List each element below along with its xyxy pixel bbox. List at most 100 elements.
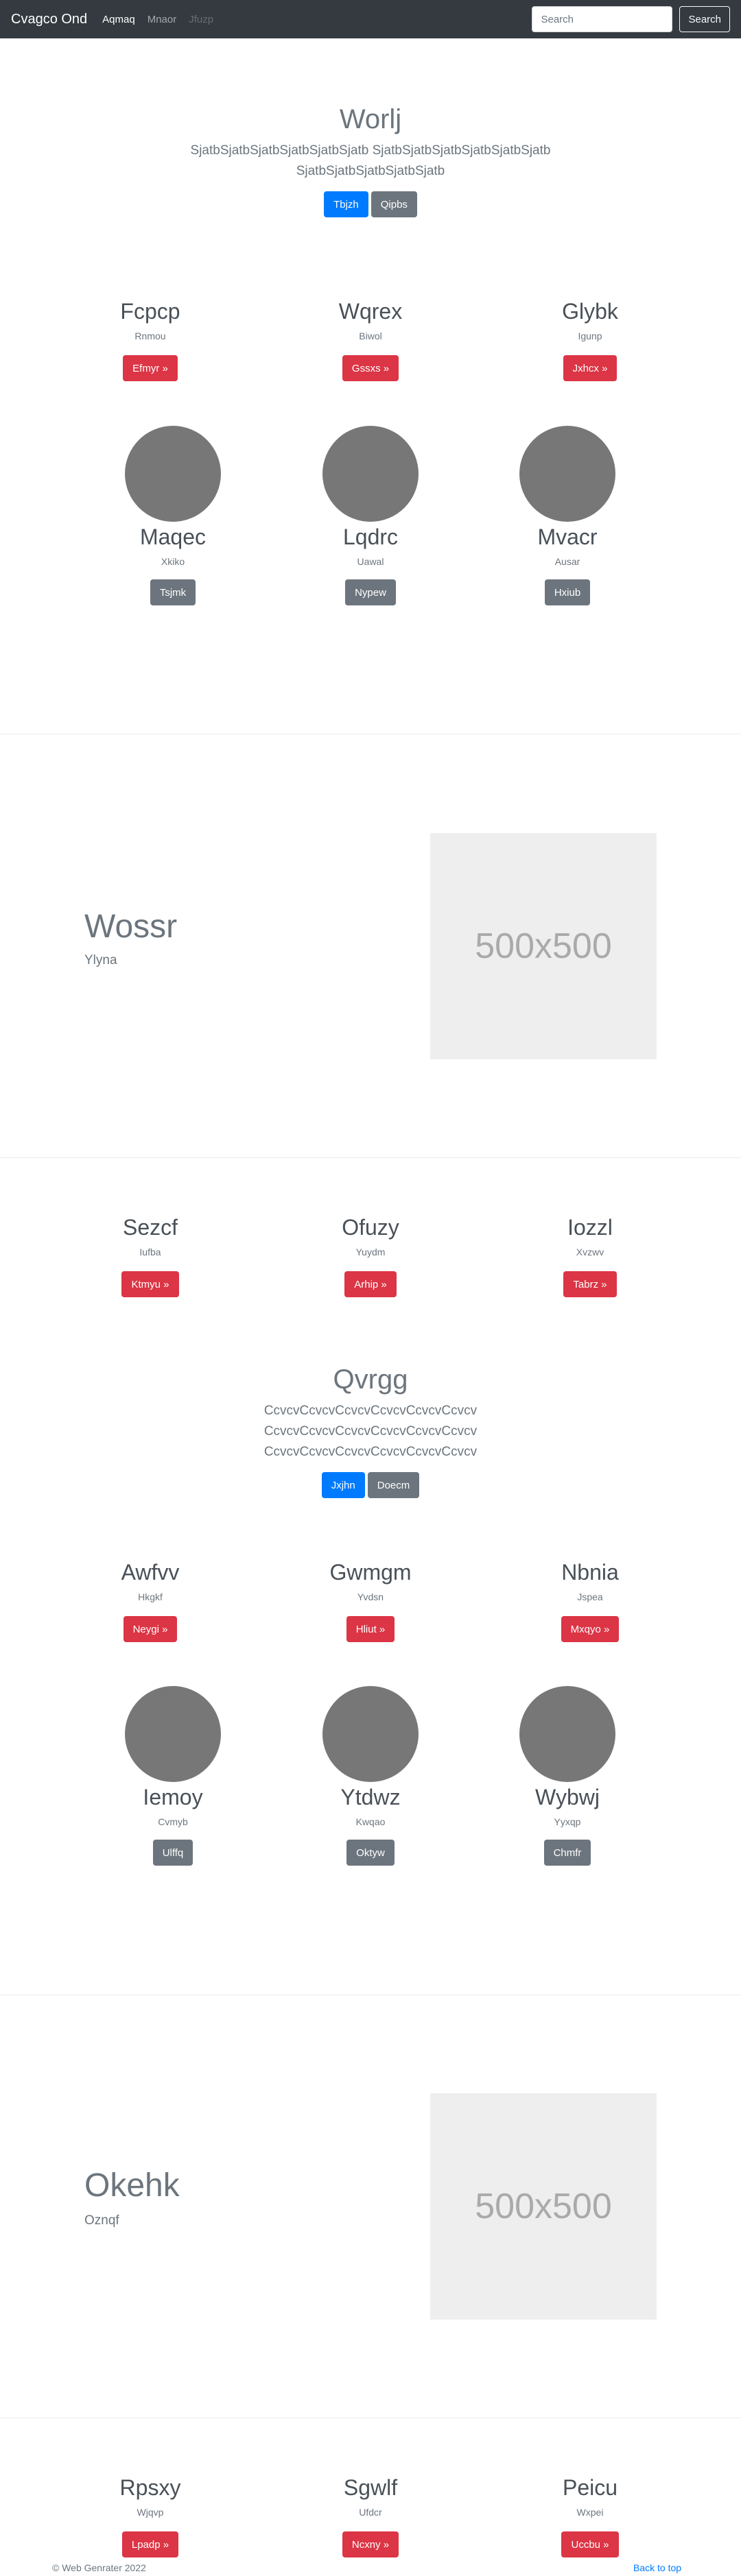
marketing-button[interactable]: Ulffq [152,1840,193,1866]
featurette-title: Okehk [84,2167,180,2204]
column-subtitle: Wjqvp [137,2507,164,2518]
navbar: Cvagco Ond Aqmaq Mnaor Jfuzp Search [0,0,741,38]
column-title: Ofuzy [342,1215,399,1240]
column-button[interactable]: Gssxs » [342,355,399,381]
marketing-button[interactable]: Oktyw [346,1840,395,1866]
jumbotron-buttons: Jxjhn Doecm [0,1472,741,1498]
column-item: Sgwlf Ufdcr Ncxny » [288,2474,453,2557]
brand[interactable]: Cvagco Ond [11,12,87,27]
search-button[interactable]: Search [679,6,730,32]
column-button[interactable]: Jxhcx » [563,355,618,381]
marketing-title: Ytdwz [340,1785,401,1809]
column-item: Nbnia Jspea Mxqyo » [508,1558,672,1642]
column-button[interactable]: Efmyr » [123,355,178,381]
marketing-button[interactable]: Chmfr [543,1840,591,1866]
search-input[interactable] [532,6,673,32]
jumbotron-primary-button[interactable]: Jxjhn [321,1472,365,1498]
nav-link-mnaor[interactable]: Mnaor [148,14,177,25]
jumbotron-buttons: Tbjzh Qipbs [0,191,741,217]
jumbotron-1: Worlj SjatbSjatbSjatbSjatbSjatbSjatb Sja… [0,104,741,217]
marketing-subtitle: Ausar [554,556,580,567]
column-item: Iozzl Xvzwv Tabrz » [508,1214,672,1297]
column-item: Sezcf Iufba Ktmyu » [68,1214,233,1297]
column-subtitle: Ufdcr [359,2507,382,2518]
placeholder-circle [519,426,615,522]
column-item: Wqrex Biwol Gssxs » [288,298,453,381]
column-subtitle: Rnmou [134,330,166,341]
placeholder-circle [322,1686,419,1782]
column-title: Sezcf [122,1215,178,1240]
column-item: Fcpcp Rnmou Efmyr » [68,298,233,381]
nav-link-jfuzp: Jfuzp [189,13,214,25]
column-button[interactable]: Ktmyu » [121,1271,179,1297]
column-button[interactable]: Hliut » [346,1616,395,1642]
marketing-title: Maqec [139,525,207,549]
marketing-title: Iemoy [143,1785,203,1809]
column-subtitle: Yuydm [355,1247,386,1257]
column-subtitle: Wxpei [576,2507,604,2518]
column-button[interactable]: Tabrz » [563,1271,617,1297]
column-button[interactable]: Lpadp » [121,2531,179,2557]
column-subtitle: Biwol [359,330,382,341]
column-title: Awfvv [121,1560,180,1585]
featurette-subtitle: Oznqf [84,2213,119,2228]
marketing-button[interactable]: Nypew [345,579,396,605]
marketing-title: Wybwj [535,1785,600,1809]
column-item: Awfvv Hkgkf Neygi » [68,1558,233,1642]
marketing-item: Mvacr Ausar Hxiub [485,426,650,605]
column-title: Iozzl [567,1215,613,1240]
jumbotron-lead: SjatbSjatbSjatbSjatbSjatbSjatb SjatbSjat… [190,143,551,178]
column-button[interactable]: Uccbu » [561,2531,619,2557]
marketing-button[interactable]: Hxiub [544,579,591,605]
column-title: Gwmgm [329,1560,412,1585]
marketing-subtitle: Kwqao [355,1816,386,1827]
placeholder-circle [125,1686,221,1782]
placeholder-circle [519,1686,615,1782]
column-subtitle: Igunp [578,330,602,341]
marketing-item: Maqec Xkiko Tsjmk [91,426,255,605]
featurette-subtitle: Ylyna [84,953,117,967]
back-to-top-link[interactable]: Back to top [633,2562,681,2573]
featurette-image-label: 500x500 [475,2187,612,2226]
column-item: Gwmgm Yvdsn Hliut » [288,1558,453,1642]
marketing-subtitle: Uawal [357,556,384,567]
featurette-image: 500x500 [430,2093,657,2320]
column-title: Wqrex [338,299,403,324]
marketing-item: Lqdrc Uawal Nypew [288,426,453,605]
column-button[interactable]: Ncxny » [342,2531,399,2557]
column-subtitle: Jspea [577,1591,603,1602]
featurette-image-label: 500x500 [475,926,612,966]
column-title: Peicu [562,2475,618,2500]
column-button[interactable]: Arhip » [344,1271,397,1297]
column-subtitle: Iufba [139,1247,161,1257]
jumbotron-title: Worlj [339,104,402,134]
featurette-image: 500x500 [430,833,657,1059]
jumbotron-secondary-button[interactable]: Qipbs [370,191,417,217]
marketing-item: Ytdwz Kwqao Oktyw [288,1686,453,1866]
marketing-subtitle: Cvmyb [158,1816,188,1827]
column-subtitle: Hkgkf [138,1591,163,1602]
divider [0,1157,741,1158]
jumbotron-title: Qvrgg [333,1364,408,1395]
featurette-title: Wossr [84,908,178,945]
column-item: Peicu Wxpei Uccbu » [508,2474,672,2557]
column-item: Glybk Igunp Jxhcx » [508,298,672,381]
column-title: Nbnia [561,1560,619,1585]
placeholder-circle [125,426,221,522]
column-button[interactable]: Neygi » [123,1616,178,1642]
marketing-button[interactable]: Tsjmk [150,579,196,605]
jumbotron-primary-button[interactable]: Tbjzh [324,191,368,217]
column-title: Fcpcp [120,299,180,324]
column-subtitle: Yvdsn [357,1591,384,1602]
column-button[interactable]: Mxqyo » [561,1616,620,1642]
marketing-title: Mvacr [537,525,598,549]
marketing-subtitle: Xkiko [161,556,185,567]
column-item: Ofuzy Yuydm Arhip » [288,1214,453,1297]
column-title: Glybk [562,299,618,324]
marketing-title: Lqdrc [342,525,399,549]
jumbotron-secondary-button[interactable]: Doecm [367,1472,420,1498]
nav-link-aqmaq[interactable]: Aqmaq [102,14,135,25]
column-title: Sgwlf [343,2475,398,2500]
marketing-item: Iemoy Cvmyb Ulffq [91,1686,255,1866]
column-title: Rpsxy [119,2475,181,2500]
